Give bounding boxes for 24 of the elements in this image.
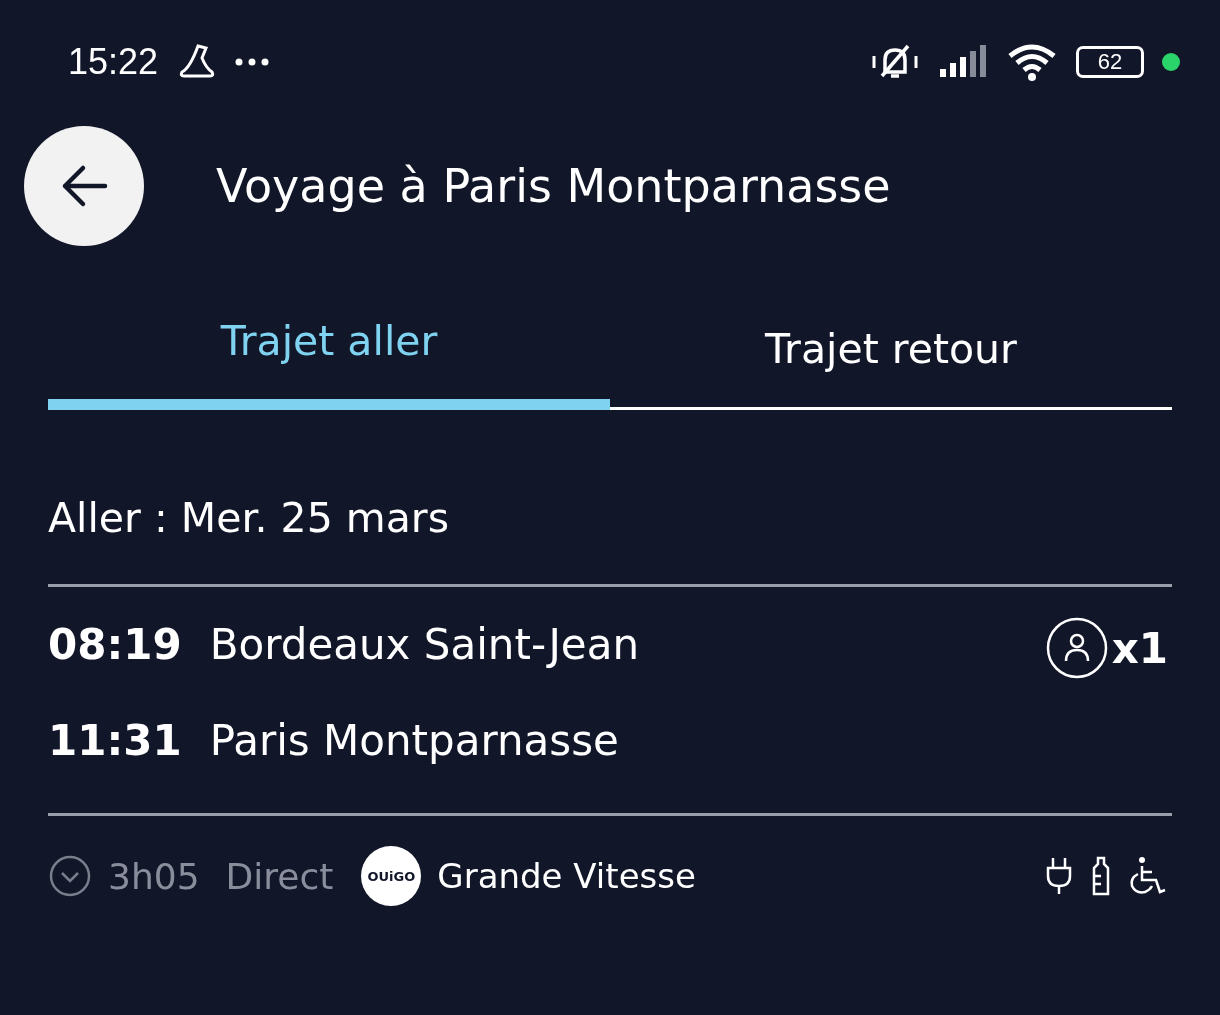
- station-name: Bordeaux Saint-Jean: [209, 619, 640, 671]
- clock: 15:22: [68, 41, 159, 83]
- service-name: Grande Vitesse: [437, 856, 696, 896]
- bottle-icon: [1090, 856, 1112, 896]
- stop-time: 11:31: [48, 715, 182, 767]
- passenger-count: x1: [1111, 623, 1168, 673]
- more-icon: [234, 57, 271, 67]
- person-icon: [1045, 617, 1108, 679]
- wifi-icon: [1006, 42, 1058, 82]
- wheelchair-icon: [1128, 856, 1168, 896]
- stop-time: 08:19: [48, 619, 182, 671]
- duration: 3h05: [108, 855, 200, 897]
- station-name: Paris Montparnasse: [209, 715, 619, 767]
- trip-type: Direct: [225, 855, 334, 897]
- page-title: Voyage à Paris Montparnasse: [216, 159, 891, 213]
- plug-icon: [1044, 856, 1074, 896]
- signal-icon: [938, 45, 988, 79]
- tab[interactable]: Trajet aller: [48, 317, 610, 410]
- clock-icon: [48, 854, 92, 898]
- status-dot: [1162, 53, 1180, 71]
- outbound-date: Aller : Mer. 25 mars: [48, 494, 451, 544]
- operator-logo: OUiGO: [361, 846, 422, 906]
- battery-icon: 62: [1076, 46, 1144, 78]
- tab[interactable]: Trajet retour: [610, 325, 1172, 410]
